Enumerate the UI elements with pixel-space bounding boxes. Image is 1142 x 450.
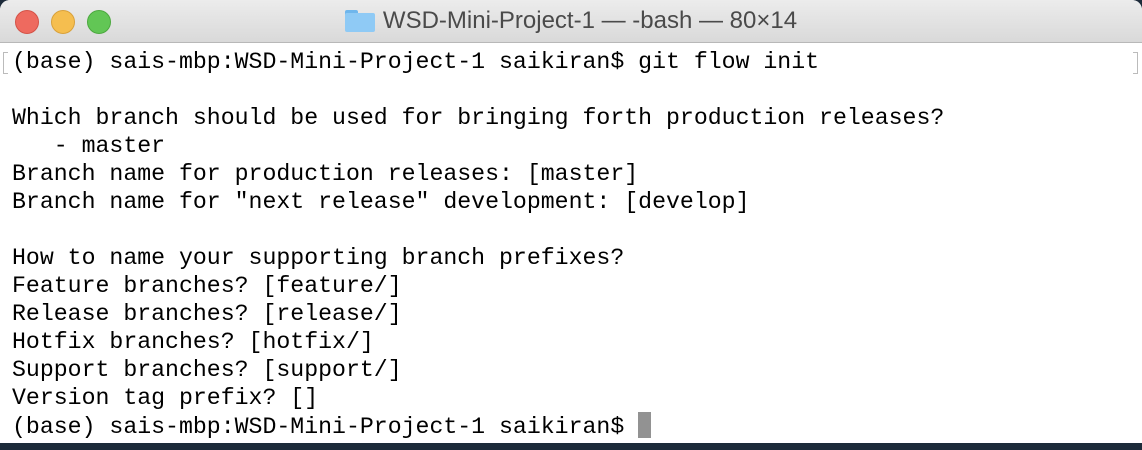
- title-bar[interactable]: WSD-Mini-Project-1 — -bash — 80×14: [0, 0, 1142, 43]
- shell-prompt: (base) sais-mbp:WSD-Mini-Project-1 saiki…: [12, 414, 639, 440]
- mark-bracket-left: [3, 52, 8, 74]
- terminal-line: - master: [12, 133, 166, 159]
- terminal-window: WSD-Mini-Project-1 — -bash — 80×14 (base…: [0, 0, 1142, 443]
- terminal-line: Hotfix branches? [hotfix/]: [12, 329, 374, 355]
- text-cursor: [638, 412, 652, 438]
- terminal-line: Support branches? [support/]: [12, 357, 402, 383]
- folder-icon: [344, 10, 375, 32]
- window-title-container: WSD-Mini-Project-1 — -bash — 80×14: [0, 0, 1142, 42]
- prompt-line[interactable]: (base) sais-mbp:WSD-Mini-Project-1 saiki…: [12, 412, 1142, 440]
- terminal-line: Branch name for "next release" developme…: [12, 189, 750, 215]
- terminal-line: Which branch should be used for bringing…: [12, 105, 945, 131]
- terminal-line: Branch name for production releases: [ma…: [12, 161, 639, 187]
- terminal-line: (base) sais-mbp:WSD-Mini-Project-1 saiki…: [12, 49, 820, 75]
- mark-bracket-right: [1133, 52, 1138, 74]
- terminal-line: Release branches? [release/]: [12, 301, 402, 327]
- terminal-line: Feature branches? [feature/]: [12, 273, 402, 299]
- terminal-output[interactable]: (base) sais-mbp:WSD-Mini-Project-1 saiki…: [0, 43, 1142, 443]
- terminal-line: How to name your supporting branch prefi…: [12, 245, 625, 271]
- terminal-line: Version tag prefix? []: [12, 385, 319, 411]
- window-title: WSD-Mini-Project-1 — -bash — 80×14: [382, 7, 798, 34]
